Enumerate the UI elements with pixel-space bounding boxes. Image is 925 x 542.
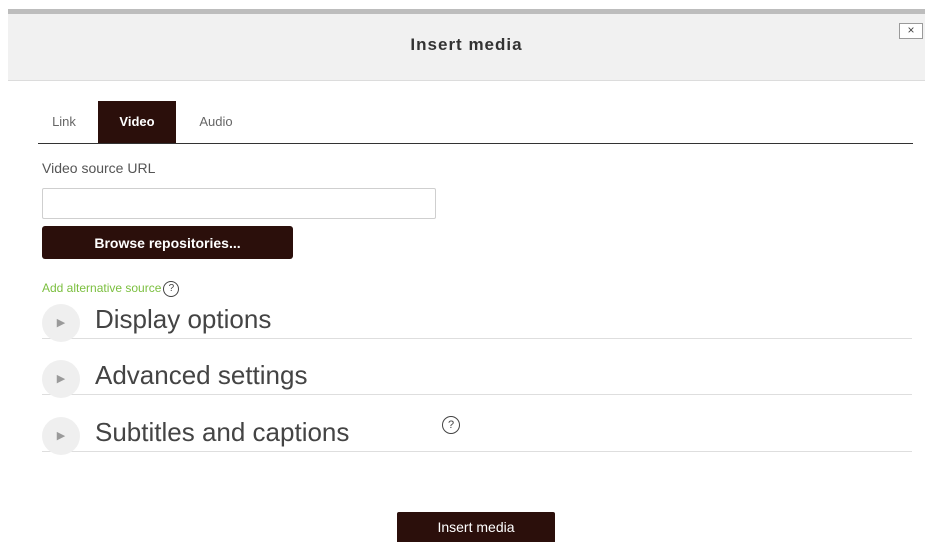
chevron-right-icon: ▶: [42, 304, 80, 342]
tab-audio[interactable]: Audio: [188, 101, 244, 143]
insert-media-button[interactable]: Insert media: [397, 512, 555, 542]
video-source-url-input[interactable]: [42, 188, 436, 219]
chevron-right-icon: ▶: [42, 417, 80, 455]
media-tabs: Link Video Audio: [38, 101, 913, 144]
section-advanced-settings[interactable]: ▶ Advanced settings: [42, 349, 912, 398]
tab-video[interactable]: Video: [98, 101, 176, 143]
chevron-right-icon: ▶: [42, 360, 80, 398]
dialog-title: Insert media: [410, 35, 523, 54]
dialog-header: Insert media: [8, 14, 925, 81]
close-button[interactable]: ×: [899, 23, 923, 39]
help-icon[interactable]: ?: [442, 416, 460, 434]
section-display-options[interactable]: ▶ Display options: [42, 293, 912, 342]
section-title: Advanced settings: [95, 360, 308, 390]
section-subtitles-and-captions[interactable]: ▶ Subtitles and captions ?: [42, 406, 912, 455]
browse-repositories-button[interactable]: Browse repositories...: [42, 226, 293, 259]
video-source-url-label: Video source URL: [42, 160, 156, 176]
section-title: Subtitles and captions: [95, 417, 350, 447]
tab-link[interactable]: Link: [44, 101, 84, 143]
section-title: Display options: [95, 304, 272, 334]
